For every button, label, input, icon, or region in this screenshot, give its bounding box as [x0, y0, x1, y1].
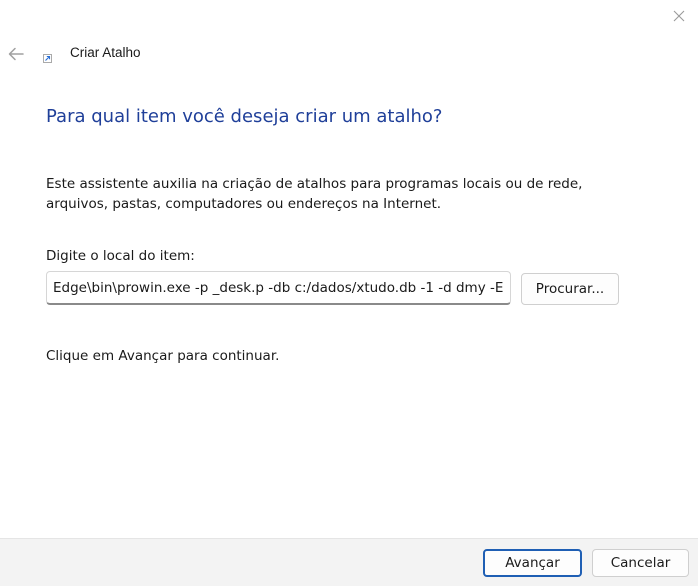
window-title: Criar Atalho [70, 45, 141, 60]
browse-button[interactable]: Procurar... [521, 273, 619, 305]
location-label: Digite o local do item: [46, 248, 195, 264]
shortcut-icon [43, 54, 52, 63]
page-heading: Para qual item você deseja criar um atal… [46, 106, 443, 127]
cancel-button[interactable]: Cancelar [592, 549, 689, 577]
back-arrow-icon [8, 47, 24, 61]
wizard-description: Este assistente auxilia na criação de at… [46, 176, 583, 212]
next-button[interactable]: Avançar [483, 549, 582, 577]
close-icon [673, 10, 685, 22]
close-button[interactable] [660, 0, 698, 32]
location-input[interactable]: Edge\bin\prowin.exe -p _desk.p -db c:/da… [46, 271, 511, 305]
continue-hint: Clique em Avançar para continuar. [46, 348, 280, 364]
back-button[interactable] [2, 40, 30, 68]
